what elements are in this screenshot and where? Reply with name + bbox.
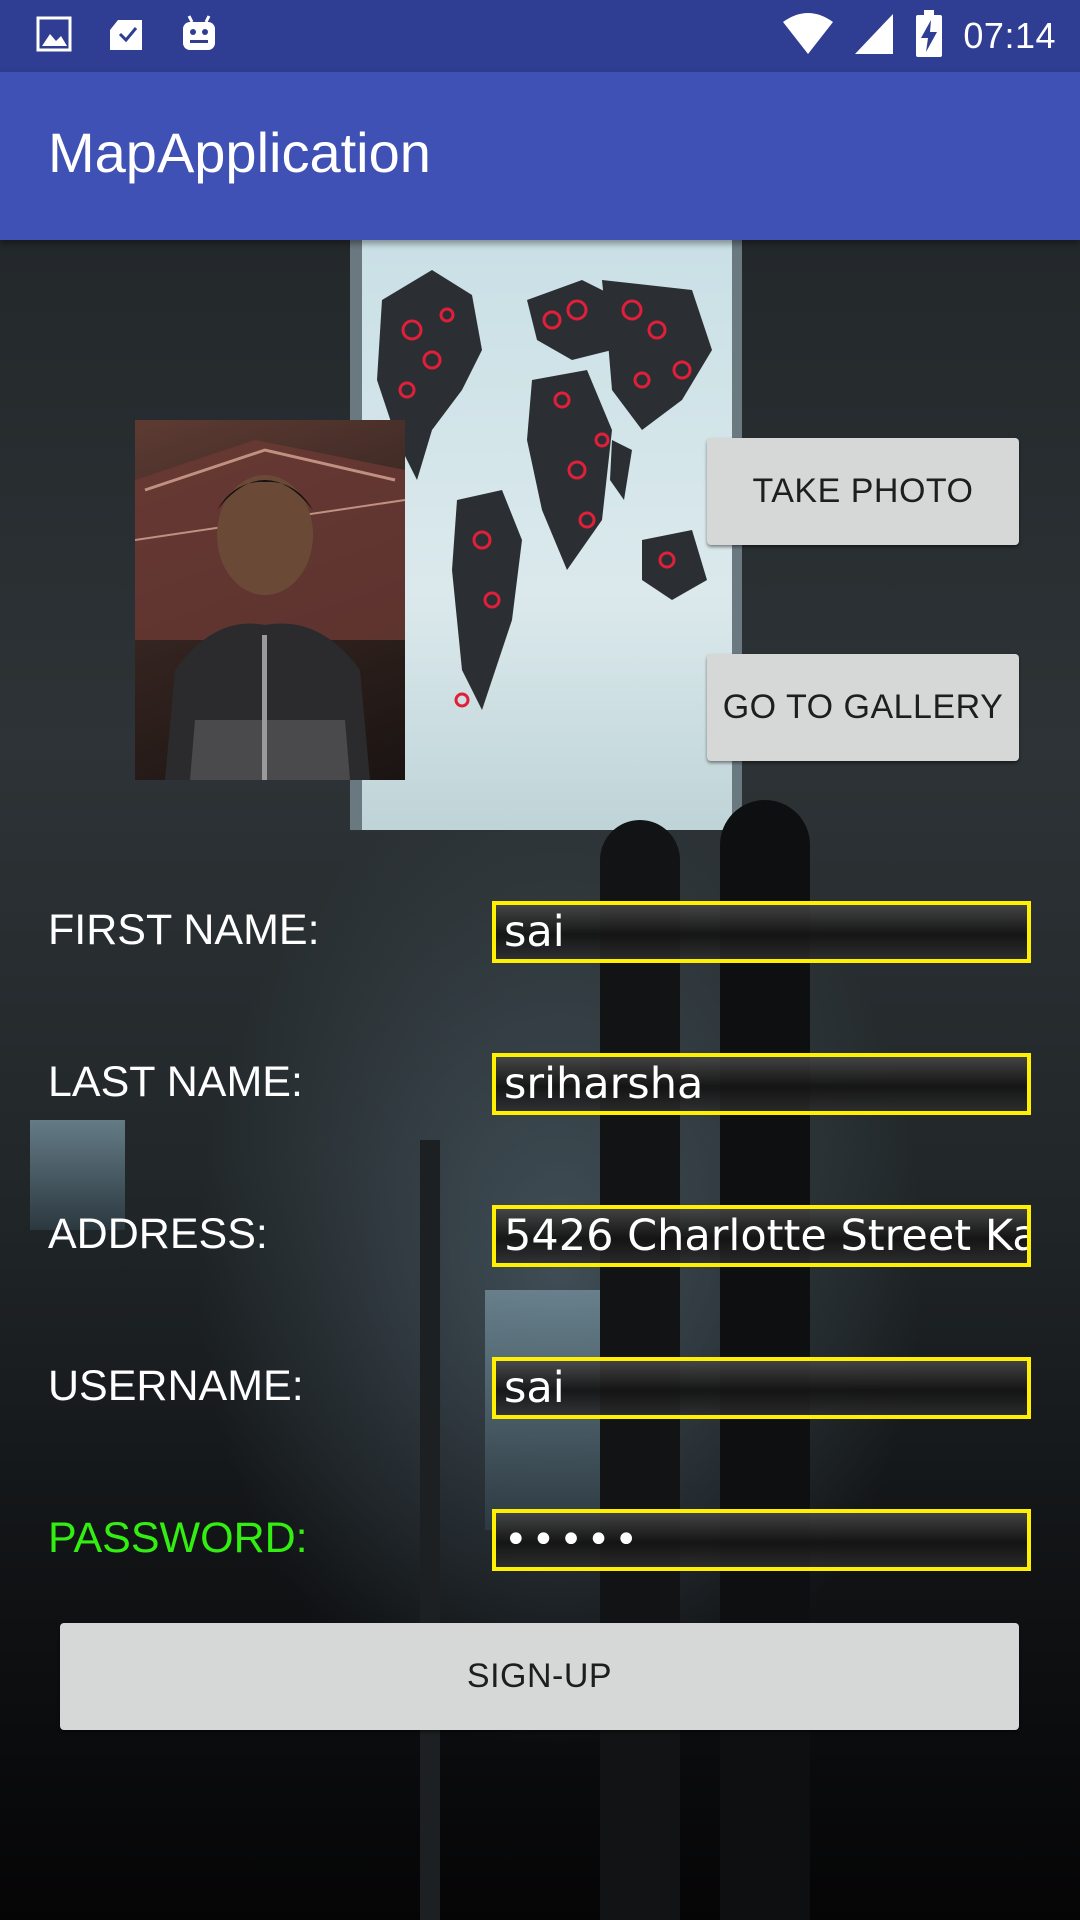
go-to-gallery-button[interactable]: GO TO GALLERY [707,654,1019,761]
wifi-icon [783,12,834,60]
notification-icons [36,14,218,58]
username-field[interactable]: sai [492,1357,1031,1419]
first-name-label: FIRST NAME: [48,906,320,954]
address-label: ADDRESS: [48,1210,268,1258]
password-label: PASSWORD: [48,1514,308,1562]
status-time: 07:14 [963,15,1056,56]
sd-card-icon [106,14,146,58]
world-map-screen [350,240,742,830]
first-name-field[interactable]: sai [492,901,1031,963]
android-icon [180,14,218,58]
last-name-field[interactable]: sriharsha [492,1053,1031,1115]
take-photo-button[interactable]: TAKE PHOTO [707,438,1019,545]
password-field[interactable]: ••••• [492,1509,1031,1571]
battery-charging-icon [915,10,943,62]
username-label: USERNAME: [48,1362,304,1410]
status-bar: 07:14 [0,0,1080,72]
profile-photo [135,420,405,780]
sign-up-button[interactable]: SIGN-UP [60,1623,1019,1730]
app-bar: MapApplication [0,72,1080,240]
last-name-label: LAST NAME: [48,1058,303,1106]
cell-signal-icon [853,12,895,60]
image-icon [36,14,72,58]
pillar [420,1140,440,1920]
system-icons: 07:14 [783,10,1056,62]
address-field[interactable]: 5426 Charlotte Street Kan [492,1205,1031,1267]
app-title: MapApplication [48,121,431,184]
